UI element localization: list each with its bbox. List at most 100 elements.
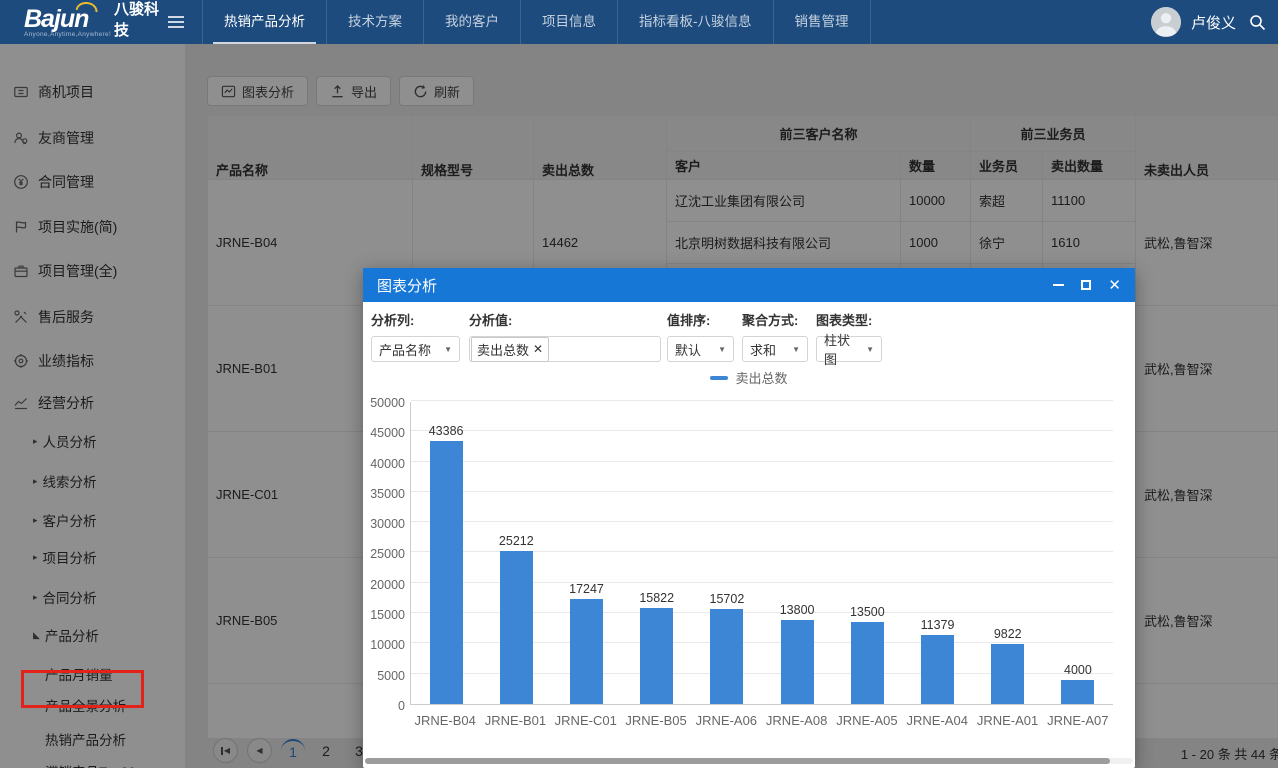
user-avatar[interactable] <box>1151 7 1181 37</box>
top-menu: 热销产品分析 技术方案 我的客户 项目信息 指标看板-八骏信息 销售管理 <box>202 0 871 44</box>
gridline <box>411 400 1113 401</box>
bar <box>991 644 1024 704</box>
chevron-down-icon: ▼ <box>444 345 452 354</box>
bar-slot: 9822 <box>973 627 1043 704</box>
chevron-down-icon: ▼ <box>866 345 874 354</box>
username[interactable]: 卢俊义 <box>1191 12 1236 33</box>
bar <box>430 441 463 704</box>
x-tick-label: JRNE-A07 <box>1043 713 1113 728</box>
sort-label: 值排序: <box>667 310 737 329</box>
bar-value-label: 17247 <box>569 582 604 596</box>
x-tick-label: JRNE-B04 <box>410 713 480 728</box>
analysis-column-label: 分析列: <box>371 310 466 329</box>
nav-tab-project-info[interactable]: 项目信息 <box>520 0 617 44</box>
bar-value-label: 15702 <box>710 592 745 606</box>
analysis-value-label: 分析值: <box>469 310 663 329</box>
bar <box>781 620 814 704</box>
nav-tab-kpi-board[interactable]: 指标看板-八骏信息 <box>617 0 773 44</box>
analysis-value-tag: 卖出总数 ✕ <box>471 337 549 362</box>
chart-type-label: 图表类型: <box>816 310 882 329</box>
brand-tagline: Anyone,Anytime,Anywhere! <box>24 31 111 38</box>
nav-tab-my-customers[interactable]: 我的客户 <box>423 0 520 44</box>
bar-slot: 11379 <box>902 618 972 704</box>
y-tick-label: 0 <box>398 699 405 713</box>
bar-slot: 17247 <box>551 582 621 704</box>
x-tick-label: JRNE-A06 <box>691 713 761 728</box>
bar-value-label: 15822 <box>639 591 674 605</box>
top-navbar: Bajun Anyone,Anytime,Anywhere! 八骏科技 热销产品… <box>0 0 1278 44</box>
y-tick-label: 40000 <box>370 457 405 471</box>
modal-title: 图表分析 <box>377 275 437 296</box>
bar <box>921 635 954 704</box>
chart-plot: 43386 25212 17247 15822 15702 13800 13500 11379… <box>410 402 1113 705</box>
menu-toggle-icon[interactable] <box>168 0 194 44</box>
x-axis-labels: JRNE-B04JRNE-B01JRNE-C01JRNE-B05JRNE-A06… <box>410 713 1113 728</box>
x-tick-label: JRNE-B05 <box>621 713 691 728</box>
chart-legend[interactable]: 卖出总数 <box>363 368 1135 387</box>
x-tick-label: JRNE-A05 <box>832 713 902 728</box>
bar-slot: 13800 <box>762 603 832 704</box>
bar-slot: 13500 <box>832 605 902 704</box>
minimize-icon[interactable] <box>1053 284 1064 286</box>
chart-analysis-modal: 图表分析 ✕ 分析列: 产品名称▼ 分析值: 卖出总数 ✕ <box>363 268 1135 768</box>
bar-value-label: 11379 <box>921 618 955 632</box>
brand-name: Bajun <box>24 7 111 31</box>
chevron-down-icon: ▼ <box>792 345 800 354</box>
y-tick-label: 5000 <box>377 669 405 683</box>
annotation-highlight-box <box>21 670 144 708</box>
bar-slot: 15822 <box>622 591 692 704</box>
logo-swoosh-icon <box>76 0 99 11</box>
y-tick-label: 20000 <box>370 578 405 592</box>
x-tick-label: JRNE-B01 <box>480 713 550 728</box>
bar-slot: 43386 <box>411 424 481 704</box>
y-axis-labels: 0500010000150002000025000300003500040000… <box>363 402 405 705</box>
remove-tag-icon[interactable]: ✕ <box>533 342 543 356</box>
bar <box>500 551 533 704</box>
aggregation-label: 聚合方式: <box>742 310 809 329</box>
search-icon[interactable] <box>1246 11 1268 33</box>
bar-value-label: 13500 <box>850 605 885 619</box>
bar-value-label: 13800 <box>780 603 815 617</box>
horizontal-scrollbar <box>365 758 1133 764</box>
y-tick-label: 45000 <box>370 426 405 440</box>
bar-slot: 15702 <box>692 592 762 704</box>
bar-value-label: 25212 <box>499 534 534 548</box>
bar <box>640 608 673 704</box>
legend-label: 卖出总数 <box>735 368 787 387</box>
x-tick-label: JRNE-A04 <box>902 713 972 728</box>
bar <box>570 599 603 704</box>
y-tick-label: 25000 <box>370 547 405 561</box>
chevron-down-icon: ▼ <box>718 345 726 354</box>
chart-filters: 分析列: 产品名称▼ 分析值: 卖出总数 ✕ 值排序: 默认▼ <box>371 310 882 362</box>
bar <box>710 609 743 704</box>
nav-tab-sales-mgmt[interactable]: 销售管理 <box>773 0 871 44</box>
app-window: Bajun Anyone,Anytime,Anywhere! 八骏科技 热销产品… <box>0 0 1278 768</box>
x-tick-label: JRNE-C01 <box>551 713 621 728</box>
close-icon[interactable]: ✕ <box>1108 278 1121 293</box>
y-tick-label: 35000 <box>370 487 405 501</box>
nav-tab-tech-plan[interactable]: 技术方案 <box>326 0 423 44</box>
bar-value-label: 4000 <box>1064 663 1092 677</box>
y-tick-label: 50000 <box>370 396 405 410</box>
brand-logo: Bajun Anyone,Anytime,Anywhere! 八骏科技 <box>0 0 168 44</box>
y-tick-label: 15000 <box>370 608 405 622</box>
analysis-value-input[interactable]: 卖出总数 ✕ <box>469 336 661 362</box>
bar <box>851 622 884 704</box>
x-tick-label: JRNE-A08 <box>761 713 831 728</box>
y-tick-label: 10000 <box>370 638 405 652</box>
aggregation-select[interactable]: 求和▼ <box>742 336 808 362</box>
modal-titlebar[interactable]: 图表分析 ✕ <box>363 268 1135 302</box>
nav-tab-hot-products[interactable]: 热销产品分析 <box>202 0 326 44</box>
bar-series: 43386 25212 17247 15822 15702 13800 13500 11379… <box>411 402 1113 704</box>
y-tick-label: 30000 <box>370 517 405 531</box>
maximize-icon[interactable] <box>1081 280 1091 290</box>
scrollbar-thumb[interactable] <box>365 758 1110 764</box>
chart-type-select[interactable]: 柱状图▼ <box>816 336 882 362</box>
bar <box>1061 680 1094 704</box>
x-tick-label: JRNE-A01 <box>972 713 1042 728</box>
bar-slot: 4000 <box>1043 663 1113 704</box>
analysis-column-select[interactable]: 产品名称▼ <box>371 336 460 362</box>
legend-marker-icon <box>710 376 728 380</box>
brand-name-cn: 八骏科技 <box>114 0 168 40</box>
sort-select[interactable]: 默认▼ <box>667 336 734 362</box>
